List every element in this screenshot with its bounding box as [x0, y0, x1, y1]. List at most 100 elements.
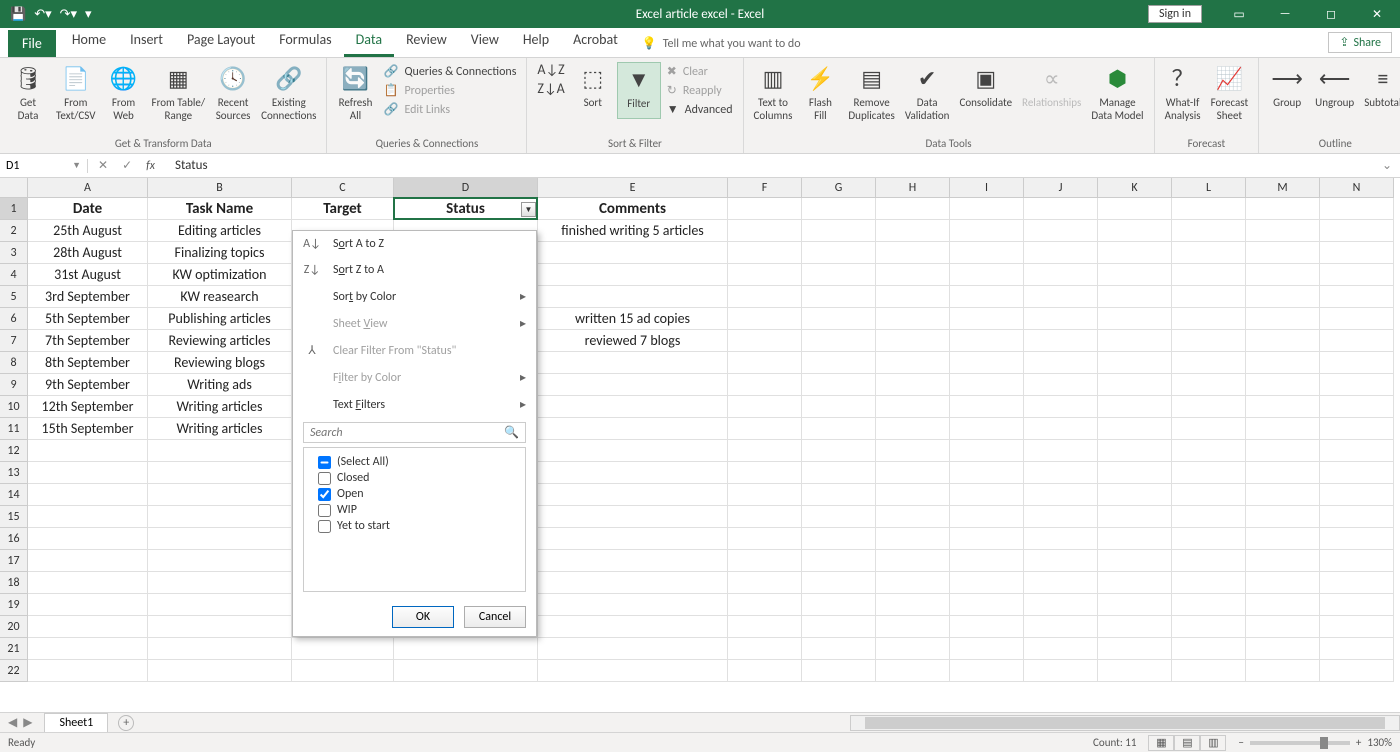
cell[interactable]: 7th September [28, 330, 148, 352]
cancel-formula-icon[interactable]: ✕ [98, 158, 108, 173]
cell[interactable] [292, 660, 394, 682]
cell[interactable] [876, 352, 950, 374]
cell[interactable] [728, 484, 802, 506]
cell[interactable] [148, 550, 292, 572]
cell[interactable] [950, 506, 1024, 528]
cell[interactable] [1246, 242, 1320, 264]
cell[interactable] [1098, 550, 1172, 572]
cell[interactable]: Status [394, 198, 538, 220]
cell[interactable] [1098, 264, 1172, 286]
cell[interactable] [1098, 594, 1172, 616]
filter-option[interactable]: WIP [308, 502, 521, 518]
cell[interactable] [1098, 242, 1172, 264]
cell[interactable] [802, 352, 876, 374]
cell[interactable]: 28th August [28, 242, 148, 264]
cell[interactable] [1098, 660, 1172, 682]
ungroup-button[interactable]: ⟵Ungroup [1311, 62, 1358, 111]
cell[interactable] [876, 308, 950, 330]
cell[interactable] [1320, 528, 1394, 550]
cell[interactable] [1098, 374, 1172, 396]
cell[interactable] [1246, 638, 1320, 660]
column-header[interactable]: L [1172, 178, 1246, 198]
cell[interactable] [1320, 572, 1394, 594]
cell[interactable] [950, 198, 1024, 220]
row-header[interactable]: 18 [0, 572, 28, 594]
cell[interactable] [1024, 418, 1098, 440]
cell[interactable] [538, 550, 728, 572]
tab-home[interactable]: Home [60, 25, 118, 57]
cell[interactable] [1172, 638, 1246, 660]
column-header[interactable]: D [394, 178, 538, 198]
filter-search[interactable]: 🔍 [303, 422, 526, 443]
cell[interactable] [28, 462, 148, 484]
cell[interactable] [802, 418, 876, 440]
redo-icon[interactable]: ↷▾ [60, 7, 77, 22]
qat-customize-icon[interactable]: ▾ [85, 7, 92, 22]
row-header[interactable]: 11 [0, 418, 28, 440]
cell[interactable] [1172, 484, 1246, 506]
column-header[interactable]: H [876, 178, 950, 198]
row-header[interactable]: 13 [0, 462, 28, 484]
cell[interactable] [728, 594, 802, 616]
cell[interactable] [876, 264, 950, 286]
cell[interactable] [1098, 572, 1172, 594]
cell[interactable] [538, 462, 728, 484]
cell[interactable] [1246, 506, 1320, 528]
cell[interactable] [1246, 660, 1320, 682]
column-header[interactable]: J [1024, 178, 1098, 198]
filter-button[interactable]: ▼Filter [617, 62, 661, 119]
cells-area[interactable]: DateTask NameTargetStatusComments25th Au… [28, 198, 1394, 682]
cell[interactable] [728, 440, 802, 462]
cell[interactable] [728, 572, 802, 594]
text-to-columns-button[interactable]: ▥Text to Columns [750, 62, 797, 124]
column-header[interactable]: I [950, 178, 1024, 198]
cell[interactable] [1320, 198, 1394, 220]
cell[interactable] [1098, 484, 1172, 506]
cell[interactable]: 8th September [28, 352, 148, 374]
cell[interactable] [1098, 616, 1172, 638]
cell[interactable]: Task Name [148, 198, 292, 220]
cell[interactable] [802, 198, 876, 220]
cell[interactable] [1098, 220, 1172, 242]
cell[interactable] [728, 616, 802, 638]
column-header[interactable]: N [1320, 178, 1394, 198]
cell[interactable] [1024, 462, 1098, 484]
filter-search-input[interactable] [310, 426, 504, 440]
cell[interactable] [1320, 418, 1394, 440]
cell[interactable] [1024, 506, 1098, 528]
filter-dropdown-button[interactable]: ▼ [521, 202, 536, 217]
cell[interactable] [1246, 484, 1320, 506]
cell[interactable] [1098, 440, 1172, 462]
cell[interactable] [1172, 616, 1246, 638]
cell[interactable] [1098, 638, 1172, 660]
expand-formula-bar-icon[interactable]: ⌄ [1382, 158, 1400, 173]
cell[interactable] [876, 506, 950, 528]
row-header[interactable]: 5 [0, 286, 28, 308]
cell[interactable]: Writing ads [148, 374, 292, 396]
cell[interactable] [1024, 638, 1098, 660]
cell[interactable]: Reviewing articles [148, 330, 292, 352]
cell[interactable]: Writing articles [148, 418, 292, 440]
cell[interactable] [1320, 638, 1394, 660]
cell[interactable] [1246, 220, 1320, 242]
cell[interactable] [950, 330, 1024, 352]
cell[interactable] [802, 308, 876, 330]
column-header[interactable]: K [1098, 178, 1172, 198]
cell[interactable] [950, 220, 1024, 242]
cell[interactable] [1172, 264, 1246, 286]
cell[interactable] [1172, 506, 1246, 528]
tab-acrobat[interactable]: Acrobat [561, 25, 630, 57]
cell[interactable] [802, 572, 876, 594]
cell[interactable] [728, 352, 802, 374]
cell[interactable] [1024, 396, 1098, 418]
cell[interactable] [1172, 308, 1246, 330]
cell[interactable] [1172, 352, 1246, 374]
row-header[interactable]: 22 [0, 660, 28, 682]
cell[interactable] [28, 660, 148, 682]
cell[interactable] [1320, 660, 1394, 682]
sheet-nav-prev-icon[interactable]: ◀ [8, 715, 17, 730]
column-header[interactable]: E [538, 178, 728, 198]
group-button[interactable]: ⟶Group [1265, 62, 1309, 111]
cell[interactable]: 3rd September [28, 286, 148, 308]
queries-connections-button[interactable]: 🔗Queries & Connections [383, 64, 516, 79]
